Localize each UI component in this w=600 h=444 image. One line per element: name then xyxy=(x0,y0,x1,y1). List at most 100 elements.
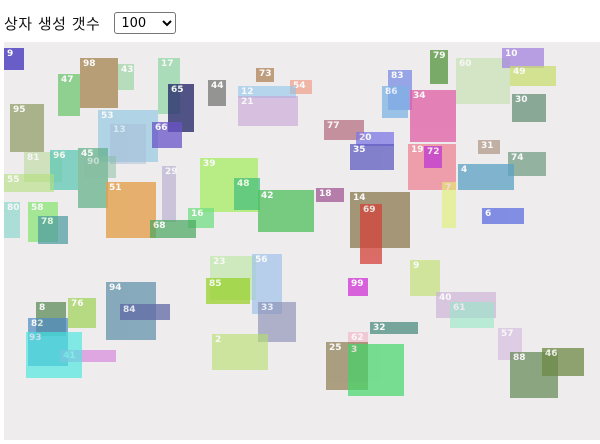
color-box: 2 xyxy=(212,334,268,370)
color-box: 80 xyxy=(4,202,20,238)
color-box: 34 xyxy=(410,90,456,142)
color-box: 95 xyxy=(10,104,44,152)
box-number-label: 77 xyxy=(327,121,340,131)
box-number-label: 25 xyxy=(329,343,342,353)
color-box: 48 xyxy=(234,178,260,210)
box-number-label: 6 xyxy=(485,209,492,219)
color-box: 43 xyxy=(118,64,134,90)
box-number-label: 58 xyxy=(31,203,44,213)
color-box: 55 xyxy=(4,174,54,192)
box-number-label: 76 xyxy=(71,299,84,309)
box-number-label: 85 xyxy=(209,279,222,289)
box-number-label: 88 xyxy=(513,353,526,363)
box-number-label: 60 xyxy=(459,59,472,69)
box-number-label: 42 xyxy=(261,191,274,201)
box-number-label: 44 xyxy=(211,81,224,91)
box-number-label: 31 xyxy=(481,141,494,151)
box-number-label: 95 xyxy=(13,105,26,115)
box-number-label: 10 xyxy=(505,49,518,59)
color-box: 93 xyxy=(26,332,82,378)
box-number-label: 94 xyxy=(109,283,122,293)
color-box: 10 xyxy=(502,48,544,68)
box-number-label: 18 xyxy=(319,189,332,199)
box-number-label: 83 xyxy=(391,71,404,81)
box-number-label: 9 xyxy=(413,261,420,271)
box-number-label: 82 xyxy=(31,319,44,329)
color-box: 42 xyxy=(258,190,314,232)
color-box: 47 xyxy=(58,74,80,116)
box-number-label: 68 xyxy=(153,221,166,231)
box-number-label: 78 xyxy=(41,217,54,227)
box-number-label: 30 xyxy=(515,95,528,105)
box-number-label: 13 xyxy=(113,125,126,135)
box-number-label: 93 xyxy=(29,333,42,343)
color-box: 9 xyxy=(410,260,440,296)
box-count-label: 상자 생성 갯수 xyxy=(4,14,101,33)
box-number-label: 19 xyxy=(411,145,424,155)
box-number-label: 55 xyxy=(7,175,20,185)
color-box: 79 xyxy=(430,50,448,84)
box-number-label: 3 xyxy=(351,345,358,355)
box-number-label: 80 xyxy=(7,203,20,213)
box-number-label: 9 xyxy=(7,49,14,59)
color-box: 99 xyxy=(348,278,368,296)
box-number-label: 51 xyxy=(109,183,122,193)
color-box: 90 xyxy=(84,156,116,178)
box-number-label: 17 xyxy=(161,59,174,69)
box-number-label: 81 xyxy=(27,153,40,163)
box-number-label: 7 xyxy=(445,183,452,193)
box-number-label: 33 xyxy=(261,303,274,313)
box-number-label: 73 xyxy=(259,69,272,79)
color-box: 9 xyxy=(4,48,24,70)
box-number-label: 61 xyxy=(453,303,466,313)
color-box: 30 xyxy=(512,94,546,122)
color-box: 68 xyxy=(150,220,196,238)
box-number-label: 96 xyxy=(53,151,66,161)
box-number-label: 47 xyxy=(61,75,74,85)
box-number-label: 66 xyxy=(155,123,168,133)
box-number-label: 8 xyxy=(39,303,46,313)
box-count-select[interactable]: 100 xyxy=(114,12,177,34)
color-box: 49 xyxy=(510,66,556,86)
box-number-label: 74 xyxy=(511,153,524,163)
color-box: 7 xyxy=(442,182,456,228)
color-box: 86 xyxy=(382,86,408,118)
box-number-label: 16 xyxy=(191,209,204,219)
color-box: 98 xyxy=(80,58,118,108)
color-box: 32 xyxy=(370,322,418,334)
box-number-label: 86 xyxy=(385,87,398,97)
color-box: 73 xyxy=(256,68,274,82)
box-number-label: 90 xyxy=(87,157,100,167)
box-number-label: 72 xyxy=(427,147,440,157)
color-box: 84 xyxy=(120,304,170,320)
color-box: 72 xyxy=(424,146,442,168)
box-canvas: 9 98 43 47 17 65 44 73 54 12 21 79 60 10 49 83 86 34 30 95 5… xyxy=(4,42,600,440)
color-box: 66 xyxy=(152,122,182,148)
color-box: 76 xyxy=(68,298,96,328)
box-number-label: 23 xyxy=(213,257,226,267)
box-number-label: 21 xyxy=(241,97,254,107)
box-number-label: 98 xyxy=(83,59,96,69)
box-number-label: 57 xyxy=(501,329,514,339)
box-number-label: 14 xyxy=(353,193,366,203)
box-number-label: 48 xyxy=(237,179,250,189)
color-box: 3 xyxy=(348,344,404,396)
box-number-label: 79 xyxy=(433,51,446,61)
color-box: 51 xyxy=(106,182,156,238)
color-box: 31 xyxy=(478,140,500,154)
color-box: 78 xyxy=(38,216,68,244)
box-number-label: 39 xyxy=(203,159,216,169)
color-box: 46 xyxy=(542,348,584,376)
color-box: 61 xyxy=(450,302,494,328)
box-number-label: 32 xyxy=(373,323,386,333)
box-number-label: 65 xyxy=(171,85,184,95)
color-box: 96 xyxy=(50,150,78,190)
box-number-label: 56 xyxy=(255,255,268,265)
color-box: 44 xyxy=(208,80,226,106)
color-box: 29 xyxy=(162,166,178,222)
box-number-label: 99 xyxy=(351,279,364,289)
toolbar: 상자 생성 갯수 100 xyxy=(4,10,177,36)
box-number-label: 49 xyxy=(513,67,526,77)
box-number-label: 46 xyxy=(545,349,558,359)
color-box: 69 xyxy=(360,204,382,264)
